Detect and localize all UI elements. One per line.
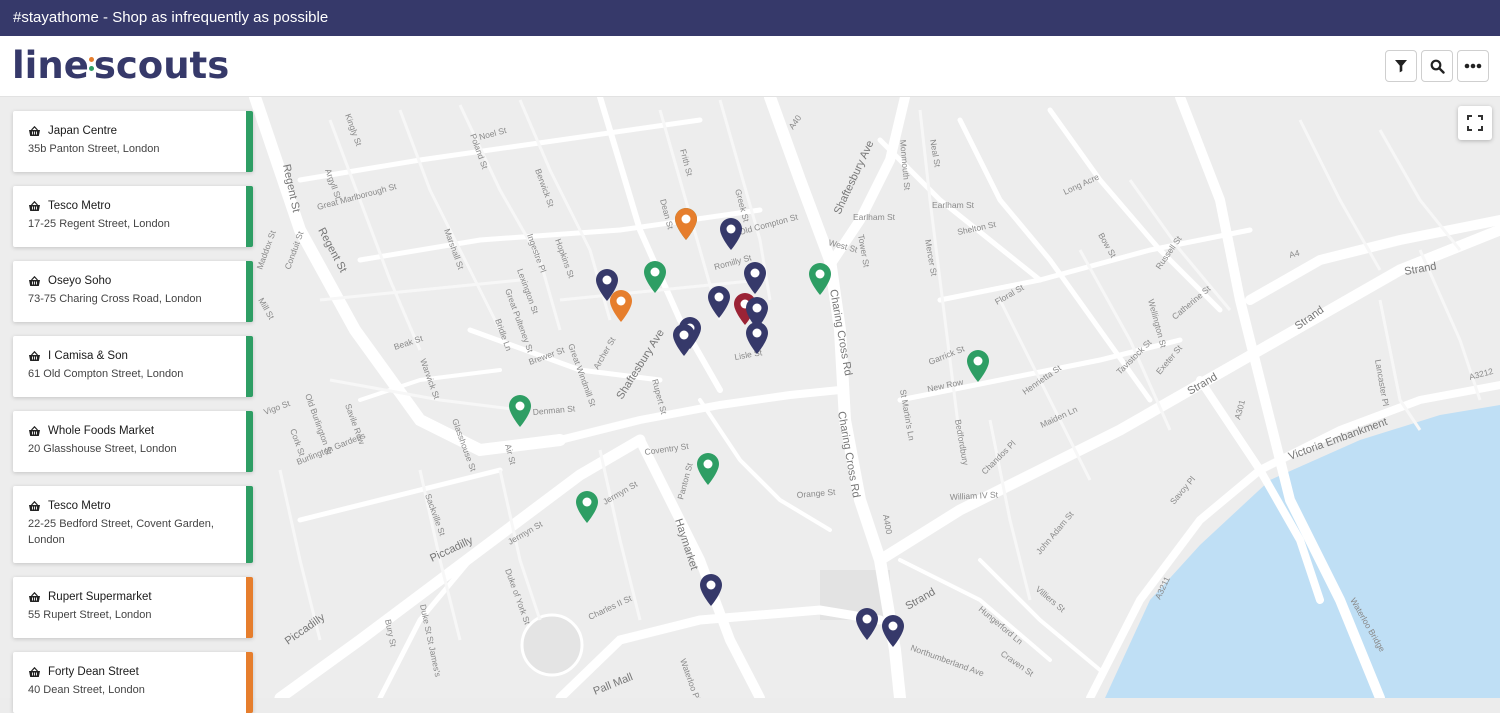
map-pin-icon bbox=[644, 261, 666, 293]
store-map-marker[interactable] bbox=[642, 260, 668, 294]
announcement-banner: #stayathome - Shop as infrequently as po… bbox=[0, 0, 1500, 36]
fullscreen-icon bbox=[1467, 115, 1483, 131]
map-pin-icon bbox=[697, 453, 719, 485]
store-card[interactable]: I Camisa & Son 61 Old Compton Street, Lon… bbox=[13, 336, 253, 397]
store-map-marker[interactable] bbox=[695, 452, 721, 486]
store-name-row: I Camisa & Son bbox=[28, 350, 234, 362]
search-button[interactable] bbox=[1421, 50, 1453, 82]
store-name-row: Oseyo Soho bbox=[28, 275, 234, 287]
store-map-marker[interactable] bbox=[742, 261, 768, 295]
top-header: line scouts bbox=[0, 36, 1500, 97]
store-map-marker[interactable] bbox=[965, 349, 991, 383]
store-card[interactable]: Forty Dean Street 40 Dean Street, London bbox=[13, 652, 253, 713]
store-name-row: Forty Dean Street bbox=[28, 666, 234, 678]
more-icon bbox=[1464, 63, 1482, 69]
basket-icon bbox=[29, 350, 40, 361]
store-map-marker[interactable] bbox=[854, 607, 880, 641]
store-map-marker[interactable] bbox=[807, 262, 833, 296]
store-name: Oseyo Soho bbox=[48, 275, 112, 287]
store-map-marker[interactable] bbox=[671, 323, 697, 357]
basket-icon bbox=[29, 591, 40, 602]
store-name-row: Tesco Metro bbox=[28, 200, 234, 212]
map-pin-icon bbox=[967, 350, 989, 382]
store-address: 35b Panton Street, London bbox=[28, 143, 160, 155]
store-address: 20 Glasshouse Street, London bbox=[28, 443, 177, 455]
logo-text-left: line bbox=[12, 44, 89, 87]
store-card[interactable]: Whole Foods Market 20 Glasshouse Street, … bbox=[13, 411, 253, 472]
basket-icon bbox=[29, 125, 40, 136]
store-name-row: Whole Foods Market bbox=[28, 425, 234, 437]
map-pin-icon bbox=[720, 218, 742, 250]
store-name: Tesco Metro bbox=[48, 200, 111, 212]
store-card[interactable]: Tesco Metro 17-25 Regent Street, London bbox=[13, 186, 253, 247]
store-name: Whole Foods Market bbox=[48, 425, 155, 437]
store-address: 40 Dean Street, London bbox=[28, 684, 145, 696]
map-pin-icon bbox=[809, 263, 831, 295]
basket-icon bbox=[29, 500, 40, 511]
store-map-marker[interactable] bbox=[673, 207, 699, 241]
store-name-row: Japan Centre bbox=[28, 125, 234, 137]
basket-icon bbox=[29, 200, 40, 211]
filter-icon bbox=[1395, 60, 1407, 73]
store-map-marker[interactable] bbox=[507, 394, 533, 428]
store-map-marker[interactable] bbox=[718, 217, 744, 251]
store-map-marker[interactable] bbox=[698, 573, 724, 607]
fullscreen-button[interactable] bbox=[1458, 106, 1492, 140]
store-card[interactable]: Tesco Metro 22-25 Bedford Street, Covent … bbox=[13, 486, 253, 563]
store-card[interactable]: Japan Centre 35b Panton Street, London bbox=[13, 111, 253, 172]
store-map-marker[interactable] bbox=[880, 614, 906, 648]
linescouts-logo[interactable]: line scouts bbox=[12, 44, 229, 87]
basket-icon bbox=[29, 425, 40, 436]
store-map-marker[interactable] bbox=[608, 289, 634, 323]
store-map-marker[interactable] bbox=[706, 285, 732, 319]
store-name-row: Tesco Metro bbox=[28, 500, 234, 512]
store-name-row: Rupert Supermarket bbox=[28, 591, 234, 603]
banner-text: #stayathome - Shop as infrequently as po… bbox=[13, 9, 329, 26]
store-name: I Camisa & Son bbox=[48, 350, 128, 362]
map-pin-icon bbox=[673, 324, 695, 356]
store-map-marker[interactable] bbox=[574, 490, 600, 524]
store-card[interactable]: Rupert Supermarket 55 Rupert Street, Lond… bbox=[13, 577, 253, 638]
svg-text:Earlham St: Earlham St bbox=[853, 212, 896, 222]
more-options-button[interactable] bbox=[1457, 50, 1489, 82]
map-pin-icon bbox=[700, 574, 722, 606]
map-pin-icon bbox=[509, 395, 531, 427]
map-pin-icon bbox=[882, 615, 904, 647]
map-pin-icon bbox=[675, 208, 697, 240]
basket-icon bbox=[29, 275, 40, 286]
store-address: 22-25 Bedford Street, Covent Garden, Lon… bbox=[28, 518, 214, 546]
filter-button[interactable] bbox=[1385, 50, 1417, 82]
svg-text:Earlham St: Earlham St bbox=[932, 200, 975, 210]
store-address: 73-75 Charing Cross Road, London bbox=[28, 293, 202, 305]
store-name: Rupert Supermarket bbox=[48, 591, 152, 603]
map-pin-icon bbox=[576, 491, 598, 523]
map-pin-icon bbox=[746, 322, 768, 354]
store-card[interactable]: Oseyo Soho 73-75 Charing Cross Road, Lond… bbox=[13, 261, 253, 322]
store-map-marker[interactable] bbox=[744, 321, 770, 355]
store-address: 61 Old Compton Street, London bbox=[28, 368, 184, 380]
map-pin-icon bbox=[856, 608, 878, 640]
basket-icon bbox=[29, 666, 40, 677]
store-name: Tesco Metro bbox=[48, 500, 111, 512]
map-pin-icon bbox=[708, 286, 730, 318]
logo-text-right: scouts bbox=[93, 44, 230, 87]
search-icon bbox=[1430, 59, 1445, 74]
store-name: Japan Centre bbox=[48, 125, 118, 137]
store-address: 55 Rupert Street, London bbox=[28, 609, 152, 621]
store-name: Forty Dean Street bbox=[48, 666, 139, 678]
map-pin-icon bbox=[610, 290, 632, 322]
map-pin-icon bbox=[744, 262, 766, 294]
store-address: 17-25 Regent Street, London bbox=[28, 218, 170, 230]
